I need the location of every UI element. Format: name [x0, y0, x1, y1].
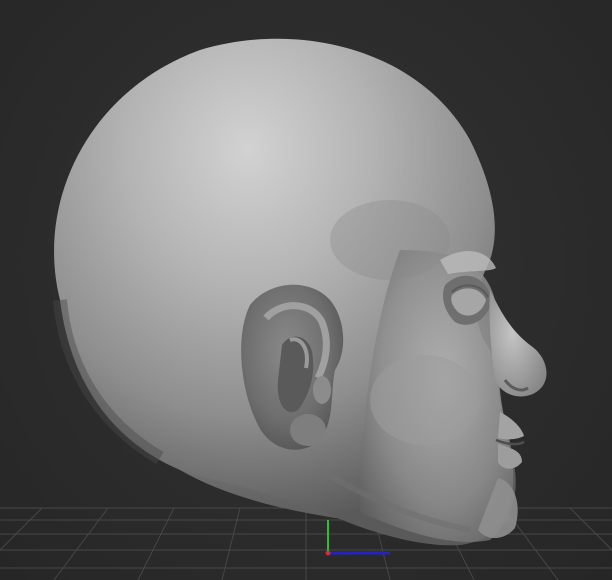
ground-grid: [0, 507, 612, 580]
sculpted-head-model[interactable]: [53, 38, 547, 546]
origin-marker: [325, 550, 331, 556]
cheek: [370, 355, 480, 445]
nose: [489, 290, 547, 397]
ear-lobe: [290, 414, 326, 446]
viewport-canvas[interactable]: [0, 0, 612, 580]
upper-lip: [498, 412, 524, 440]
tragus: [313, 376, 331, 404]
temple-shadow: [330, 200, 450, 280]
3d-viewport[interactable]: [0, 0, 612, 580]
